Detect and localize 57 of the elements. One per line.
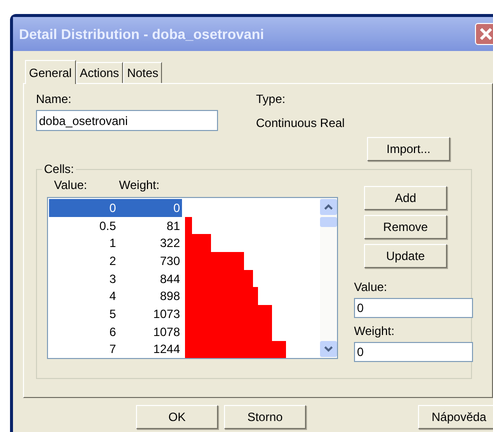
scroll-down-button[interactable] <box>320 341 337 357</box>
weight-cell-text: 1073 <box>152 306 180 323</box>
cell-row[interactable]: 7 1244 <box>49 340 182 358</box>
window-title: Detail Distribution - doba_osetrovani <box>19 24 264 44</box>
cell-row[interactable]: 3 844 <box>49 270 182 288</box>
import-button[interactable]: Import... <box>367 137 450 161</box>
list-action-button[interactable]: Update <box>364 244 447 268</box>
list-action-button[interactable]: Remove <box>364 215 447 239</box>
type-value: Continuous Real <box>256 115 345 132</box>
weight-cell-text: 730 <box>158 252 180 270</box>
value-cell-text: 3 <box>108 270 116 288</box>
cell-row[interactable]: 6 1078 <box>49 322 182 340</box>
tab[interactable]: Actions <box>76 62 124 83</box>
cell-row[interactable]: 0.5 81 <box>49 216 182 234</box>
name-label: Name: <box>36 91 72 106</box>
value-cell-text: 6 <box>108 324 116 341</box>
close-button[interactable] <box>475 23 493 45</box>
scroll-thumb[interactable] <box>320 217 337 227</box>
help-button[interactable]: Nápověda <box>418 405 493 429</box>
dialog-button[interactable]: OK <box>136 405 218 429</box>
scrollbar[interactable] <box>320 198 337 358</box>
weight-cell-text: 322 <box>158 235 180 252</box>
cell-row[interactable]: 0 0 <box>49 199 182 217</box>
value-cell-text: 4 <box>108 288 116 306</box>
weight-column-header: Weight: <box>119 177 160 192</box>
weight-cell-text: 1244 <box>152 341 180 358</box>
weight-field[interactable]: 0 <box>354 342 473 362</box>
value-label: Value: <box>354 279 388 296</box>
value-cell-text: 2 <box>108 252 116 270</box>
name-field[interactable]: doba_osetrovani <box>36 110 218 131</box>
type-label: Type: <box>256 91 286 106</box>
dialog-button[interactable]: Storno <box>224 405 306 429</box>
tab[interactable]: Notes <box>123 62 162 83</box>
weight-cell-text: 81 <box>166 218 180 235</box>
value-cell-text: 7 <box>108 341 116 358</box>
weight-cell-text: 844 <box>158 270 180 288</box>
weight-cell-text: 0 <box>172 200 180 217</box>
cell-row[interactable]: 4 898 <box>49 287 182 306</box>
weight-label: Weight: <box>354 323 396 340</box>
chevron-down-icon <box>324 346 333 352</box>
value-field[interactable]: 0 <box>354 298 473 318</box>
weight-cell-text: 1078 <box>152 324 180 341</box>
chevron-up-icon <box>324 204 333 210</box>
value-cell-text: 0.5 <box>98 218 116 235</box>
cell-row[interactable]: 5 1073 <box>49 305 182 323</box>
value-column-header: Value: <box>53 177 88 192</box>
value-cell-text: 0 <box>108 200 116 217</box>
value-cell-text: 1 <box>108 235 116 252</box>
cell-row[interactable]: 2 730 <box>49 252 182 270</box>
close-icon <box>479 27 493 41</box>
list-action-button[interactable]: Add <box>364 186 447 210</box>
scroll-up-button[interactable] <box>320 199 337 215</box>
cells-title: Cells: <box>42 162 76 176</box>
cell-row[interactable]: 1 322 <box>49 234 182 252</box>
tab[interactable]: General <box>25 60 76 84</box>
weight-cell-text: 898 <box>158 288 180 306</box>
value-cell-text: 5 <box>108 306 116 323</box>
